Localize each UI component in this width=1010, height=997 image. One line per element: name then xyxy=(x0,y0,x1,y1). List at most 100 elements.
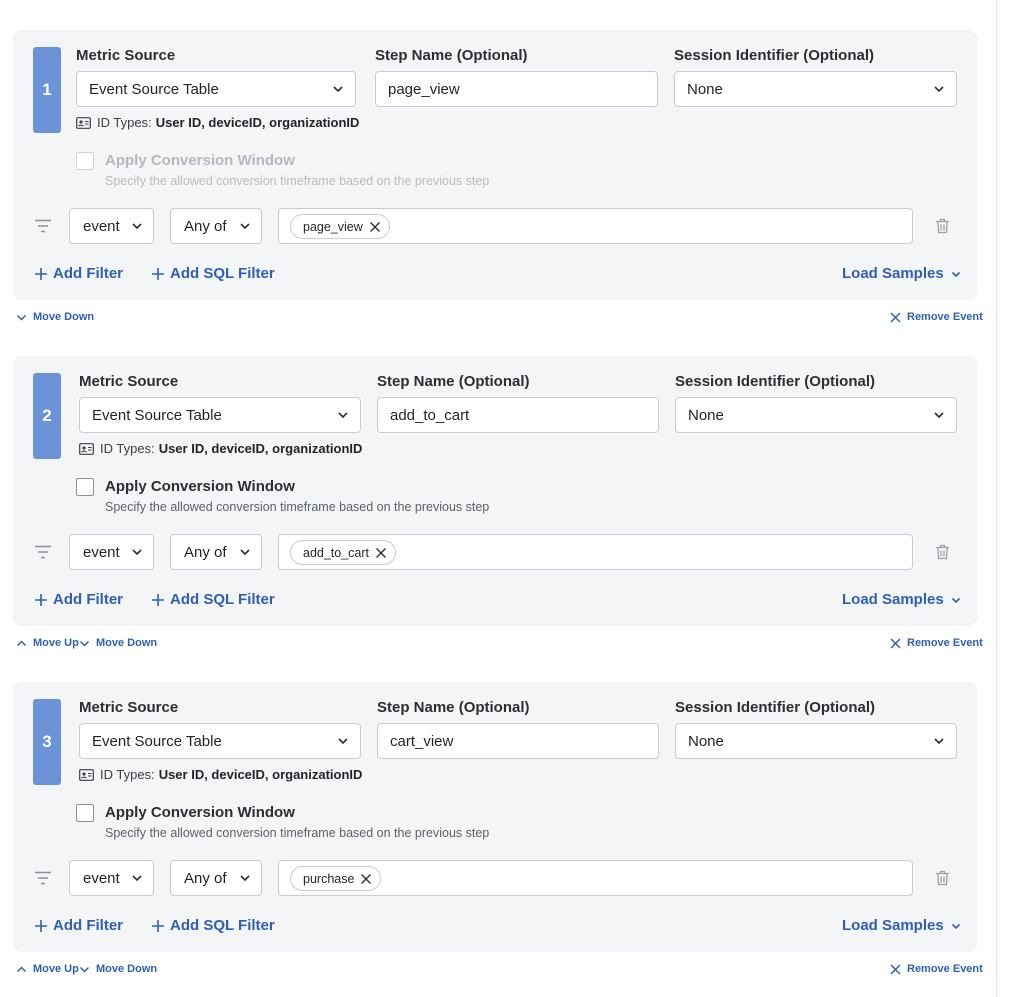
move-down-button[interactable]: Move Down xyxy=(79,963,157,975)
close-icon[interactable] xyxy=(375,547,387,559)
session-identifier-label: Session Identifier (Optional) xyxy=(675,373,876,390)
add-sql-filter-button[interactable]: Add SQL Filter xyxy=(151,265,275,282)
session-identifier-select[interactable]: None xyxy=(675,723,957,759)
filter-field-select[interactable]: event xyxy=(69,860,154,896)
id-types-info: ID Types: User ID, deviceID, organizatio… xyxy=(79,767,362,782)
chevron-down-icon xyxy=(934,412,944,419)
metric-source-select[interactable]: Event Source Table xyxy=(76,71,356,107)
filter-operator-value: Any of xyxy=(184,217,227,235)
load-samples-button[interactable]: Load Samples xyxy=(842,591,962,608)
chevron-down-icon xyxy=(132,549,142,556)
metric-source-value: Event Source Table xyxy=(92,732,222,750)
metric-source-select[interactable]: Event Source Table xyxy=(79,397,361,433)
step-2-controls: Move Up Move Down Remove Event xyxy=(13,637,983,653)
apply-conversion-description: Specify the allowed conversion timeframe… xyxy=(105,500,490,514)
add-sql-filter-button[interactable]: Add SQL Filter xyxy=(151,917,275,934)
step-number-badge: 2 xyxy=(33,373,61,459)
load-samples-label: Load Samples xyxy=(842,265,944,282)
id-types-info: ID Types: User ID, deviceID, organizatio… xyxy=(79,441,362,456)
apply-conversion-label: Apply Conversion Window xyxy=(105,804,295,821)
load-samples-label: Load Samples xyxy=(842,917,944,934)
chevron-down-icon xyxy=(934,738,944,745)
add-filter-label: Add Filter xyxy=(53,265,123,282)
chevron-down-icon xyxy=(16,314,27,321)
filter-operator-select[interactable]: Any of xyxy=(170,860,262,896)
trash-icon[interactable] xyxy=(935,544,950,560)
plus-icon xyxy=(152,267,164,280)
remove-event-button[interactable]: Remove Event xyxy=(890,963,983,975)
metric-source-value: Event Source Table xyxy=(92,406,222,424)
filter-lines-icon xyxy=(35,219,51,233)
remove-event-label: Remove Event xyxy=(907,311,983,323)
add-filter-button[interactable]: Add Filter xyxy=(34,265,123,282)
session-identifier-label: Session Identifier (Optional) xyxy=(674,47,875,64)
chevron-down-icon xyxy=(338,412,348,419)
filter-lines-icon xyxy=(35,545,51,559)
trash-icon[interactable] xyxy=(935,218,950,234)
filter-values-input[interactable]: page_view xyxy=(278,208,913,244)
id-types-prefix: ID Types: xyxy=(97,115,152,130)
remove-event-label: Remove Event xyxy=(907,963,983,975)
load-samples-button[interactable]: Load Samples xyxy=(842,917,962,934)
apply-conversion-checkbox[interactable] xyxy=(76,478,94,496)
funnel-step-2: 2 Metric Source Event Source Table Step … xyxy=(13,356,977,626)
step-1-controls: Move Down Remove Event xyxy=(13,311,983,327)
filter-field-select[interactable]: event xyxy=(69,534,154,570)
filter-value-chip: purchase xyxy=(290,866,382,891)
step-name-label: Step Name (Optional) xyxy=(377,373,530,390)
apply-conversion-description: Specify the allowed conversion timeframe… xyxy=(105,826,490,840)
filter-values-input[interactable]: purchase xyxy=(278,860,913,896)
load-samples-button[interactable]: Load Samples xyxy=(842,265,962,282)
funnel-step-1: 1 Metric Source Event Source Table Step … xyxy=(13,30,977,300)
add-sql-filter-label: Add SQL Filter xyxy=(170,917,275,934)
filter-field-select[interactable]: event xyxy=(69,208,154,244)
close-icon xyxy=(890,637,901,649)
apply-conversion-description: Specify the allowed conversion timeframe… xyxy=(105,174,490,188)
add-filter-button[interactable]: Add Filter xyxy=(34,591,123,608)
filter-operator-select[interactable]: Any of xyxy=(170,534,262,570)
session-identifier-label: Session Identifier (Optional) xyxy=(675,699,876,716)
filter-operator-value: Any of xyxy=(184,869,227,887)
apply-conversion-checkbox[interactable] xyxy=(76,804,94,822)
step-name-input[interactable]: cart_view xyxy=(377,723,659,759)
step-name-label: Step Name (Optional) xyxy=(375,47,528,64)
plus-icon xyxy=(35,919,47,932)
chevron-down-icon xyxy=(79,640,90,647)
right-divider xyxy=(996,0,997,997)
metric-source-label: Metric Source xyxy=(79,373,179,390)
move-up-button[interactable]: Move Up xyxy=(16,963,79,975)
filter-values-input[interactable]: add_to_cart xyxy=(278,534,913,570)
close-icon[interactable] xyxy=(360,873,372,885)
plus-icon xyxy=(152,593,164,606)
step-name-input[interactable]: page_view xyxy=(375,71,658,107)
trash-icon[interactable] xyxy=(935,870,950,886)
id-types-prefix: ID Types: xyxy=(100,767,155,782)
step-number-badge: 3 xyxy=(33,699,61,785)
metric-source-select[interactable]: Event Source Table xyxy=(79,723,361,759)
metric-source-label: Metric Source xyxy=(79,699,179,716)
step-name-input[interactable]: add_to_cart xyxy=(377,397,659,433)
load-samples-label: Load Samples xyxy=(842,591,944,608)
add-sql-filter-button[interactable]: Add SQL Filter xyxy=(151,591,275,608)
remove-event-button[interactable]: Remove Event xyxy=(890,311,983,323)
chevron-down-icon xyxy=(951,597,960,603)
remove-event-button[interactable]: Remove Event xyxy=(890,637,983,649)
move-up-button[interactable]: Move Up xyxy=(16,637,79,649)
session-identifier-select[interactable]: None xyxy=(674,71,957,107)
session-identifier-select[interactable]: None xyxy=(675,397,957,433)
move-down-label: Move Down xyxy=(96,963,158,975)
filter-operator-select[interactable]: Any of xyxy=(170,208,262,244)
add-filter-button[interactable]: Add Filter xyxy=(34,917,123,934)
move-down-button[interactable]: Move Down xyxy=(79,637,157,649)
step-name-value: cart_view xyxy=(390,732,454,750)
close-icon[interactable] xyxy=(369,221,381,233)
chevron-down-icon xyxy=(338,738,348,745)
move-down-button[interactable]: Move Down xyxy=(16,311,94,323)
chevron-up-icon xyxy=(16,965,27,972)
funnel-step-3: 3 Metric Source Event Source Table Step … xyxy=(13,682,977,952)
filter-field-value: event xyxy=(83,217,120,235)
filter-lines-icon xyxy=(35,871,51,885)
id-types-value: User ID, deviceID, organizationID xyxy=(155,115,360,130)
apply-conversion-label: Apply Conversion Window xyxy=(105,152,295,169)
move-down-label: Move Down xyxy=(96,637,158,649)
